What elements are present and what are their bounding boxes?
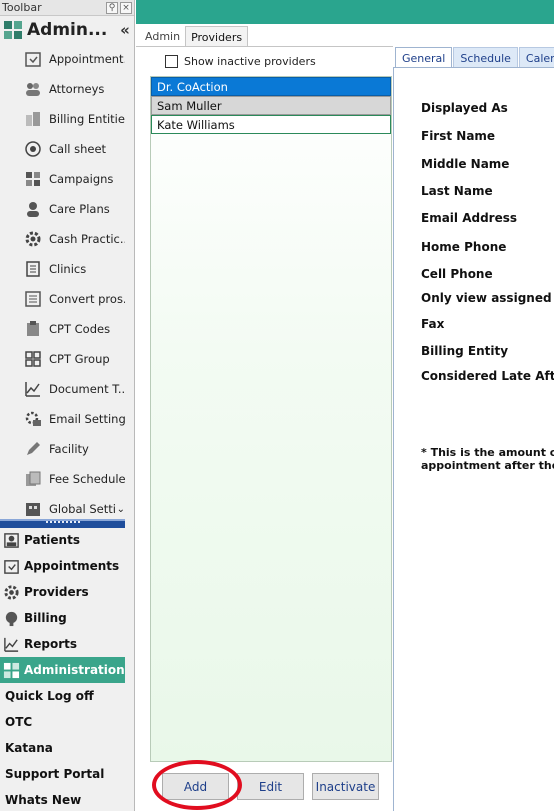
sidebar-item-cpt-group[interactable]: CPT Group	[0, 344, 125, 374]
tab-schedule[interactable]: Schedule	[453, 47, 518, 68]
section-title: Admin...	[27, 20, 108, 40]
admin-sub-menu: Appointment... Attorneys Billing Entitie…	[0, 44, 125, 518]
toolbar-title: Toolbar	[2, 1, 42, 14]
field-label-middle-name: Middle Name	[421, 157, 510, 171]
sidebar-item-convert-prospects[interactable]: Convert pros...	[0, 284, 125, 314]
field-label-only-view-assigned: Only view assigned pa	[421, 291, 554, 305]
buildings-icon	[26, 112, 40, 126]
nav-patients[interactable]: Patients	[0, 527, 135, 553]
target-icon	[25, 141, 41, 157]
sidebar-item-global-settings[interactable]: Global Setti ⌄	[0, 494, 125, 518]
gear-icon	[4, 584, 19, 600]
gear-icon	[25, 231, 41, 247]
edit-button[interactable]: Edit	[237, 773, 304, 800]
list-item[interactable]: Dr. CoAction	[151, 77, 391, 96]
reports-icon	[4, 637, 19, 652]
nav-otc[interactable]: OTC	[0, 709, 135, 735]
show-inactive-option[interactable]: Show inactive providers	[165, 55, 316, 68]
tab-general[interactable]: General	[395, 47, 453, 68]
sidebar-item-campaigns[interactable]: Campaigns	[0, 164, 125, 194]
field-label-first-name: First Name	[421, 129, 496, 143]
building-icon	[26, 503, 40, 516]
billing-icon	[5, 611, 18, 626]
nav-reports[interactable]: Reports	[0, 631, 135, 657]
grid-icon	[25, 351, 41, 367]
field-label-fax: Fax	[421, 317, 445, 331]
list-icon	[26, 261, 40, 277]
pin-icon[interactable]: ⚲	[106, 1, 118, 14]
field-label-displayed-as: Displayed As	[421, 101, 508, 115]
patients-icon	[4, 532, 19, 548]
field-label-considered-late-after: Considered Late After	[421, 369, 554, 383]
pencil-icon	[27, 442, 40, 455]
person-icon	[27, 202, 39, 217]
footnote-line-2: appointment after the s	[421, 459, 554, 472]
show-inactive-checkbox[interactable]	[165, 55, 178, 68]
toolbar-panel: Toolbar ⚲ × Admin... « Appointment... At…	[0, 0, 135, 811]
main-nav: Patients Appointments Providers Billing …	[0, 527, 135, 811]
divider	[136, 46, 393, 47]
list-item[interactable]: Kate Williams	[151, 115, 391, 134]
field-label-home-phone: Home Phone	[421, 240, 507, 254]
field-label-billing-entity: Billing Entity	[421, 344, 509, 358]
tab-calendar[interactable]: Calend	[518, 47, 554, 68]
tab-providers[interactable]: Providers	[185, 26, 249, 47]
clipboard-icon	[27, 321, 39, 336]
sidebar-item-care-plans[interactable]: Care Plans	[0, 194, 125, 224]
providers-list[interactable]: Dr. CoAction Sam Muller Kate Williams	[150, 76, 392, 762]
document-list-icon	[25, 291, 41, 307]
sidebar-item-clinics[interactable]: Clinics	[0, 254, 125, 284]
sidebar-item-fee-schedules[interactable]: Fee Schedules	[0, 464, 125, 494]
field-label-email-address: Email Address	[421, 211, 518, 225]
sidebar-item-billing-entities[interactable]: Billing Entities	[0, 104, 125, 134]
list-item[interactable]: Sam Muller	[151, 96, 391, 115]
sidebar-item-appointment[interactable]: Appointment...	[0, 44, 125, 74]
puzzle-icon	[3, 662, 20, 678]
sidebar-item-call-sheet[interactable]: Call sheet	[0, 134, 125, 164]
add-button[interactable]: Add	[162, 773, 229, 800]
chart-icon	[25, 382, 40, 397]
people-icon	[26, 83, 40, 96]
close-icon[interactable]: ×	[120, 1, 132, 14]
toolbar-titlebar: Toolbar ⚲ ×	[0, 0, 134, 16]
admin-tabs: Admin Providers	[140, 26, 249, 47]
sidebar-item-facility[interactable]: Facility	[0, 434, 125, 464]
nav-katana[interactable]: Katana	[0, 735, 135, 761]
inactivate-button[interactable]: Inactivate	[312, 773, 379, 800]
appointments-icon	[4, 559, 19, 574]
footnote-line-1: * This is the amount of t	[421, 446, 554, 459]
nav-billing[interactable]: Billing	[0, 605, 135, 631]
divider	[393, 67, 554, 68]
field-label-last-name: Last Name	[421, 184, 493, 198]
sidebar-item-cash-practice[interactable]: Cash Practic...	[0, 224, 125, 254]
sidebar-item-cpt-codes[interactable]: CPT Codes	[0, 314, 125, 344]
app-window: Toolbar ⚲ × Admin... « Appointment... At…	[0, 0, 554, 811]
divider	[393, 67, 394, 811]
nav-providers[interactable]: Providers	[0, 579, 135, 605]
collapse-icon[interactable]: «	[116, 21, 134, 39]
documents-icon	[26, 471, 41, 486]
top-banner	[136, 0, 554, 24]
sidebar-item-document-types[interactable]: Document T...	[0, 374, 125, 404]
toolbar-section-header[interactable]: Admin... «	[0, 16, 134, 44]
nav-administration[interactable]: Administration	[0, 657, 125, 683]
show-inactive-label: Show inactive providers	[184, 55, 316, 68]
email-gear-icon	[25, 411, 41, 426]
grip-icon	[46, 521, 80, 524]
puzzle-icon	[26, 172, 40, 186]
field-label-cell-phone: Cell Phone	[421, 267, 493, 281]
appointment-icon	[25, 52, 41, 67]
footnote: * This is the amount of t appointment af…	[421, 446, 554, 472]
nav-support-portal[interactable]: Support Portal	[0, 761, 135, 787]
nav-whats-new[interactable]: Whats New	[0, 787, 135, 811]
nav-quick-log-off[interactable]: Quick Log off	[0, 683, 135, 709]
sidebar-item-attorneys[interactable]: Attorneys	[0, 74, 125, 104]
nav-appointments[interactable]: Appointments	[0, 553, 135, 579]
detail-tabs: General Schedule Calend	[395, 47, 554, 68]
tab-admin[interactable]: Admin	[140, 26, 185, 47]
chevron-down-icon[interactable]: ⌄	[117, 504, 125, 515]
sidebar-item-email-settings[interactable]: Email Settings	[0, 404, 125, 434]
puzzle-icon	[4, 21, 22, 39]
